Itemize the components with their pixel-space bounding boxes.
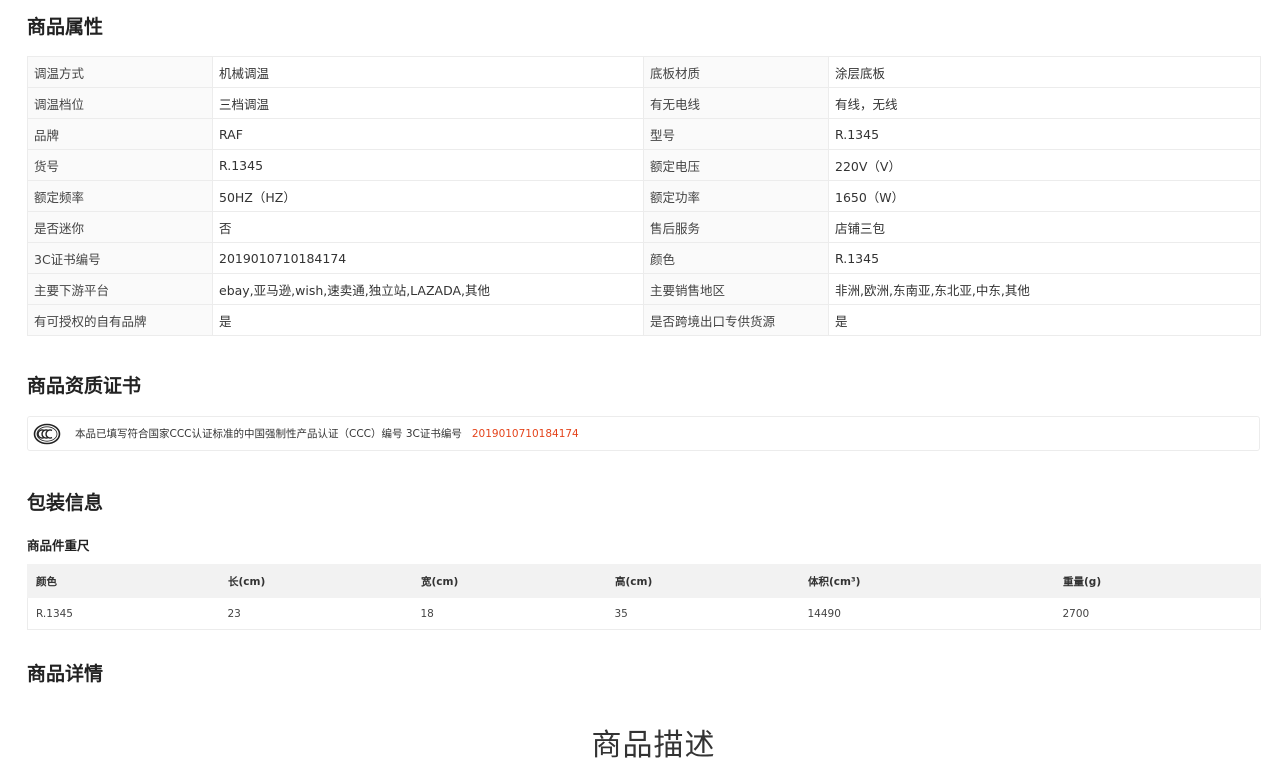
attribute-value: 否	[212, 211, 644, 243]
attribute-value: 50HZ（HZ）	[212, 180, 644, 212]
cell-volume: 14490	[799, 597, 1055, 630]
attribute-value: R.1345	[828, 242, 1261, 274]
details-section-title: 商品详情	[27, 663, 104, 685]
ccc-certification-icon	[33, 423, 61, 445]
attribute-key: 3C证书编号	[27, 242, 213, 274]
certificate-section-title: 商品资质证书	[27, 375, 142, 397]
attribute-key: 主要销售地区	[643, 273, 829, 305]
packaging-table: 颜色 长(cm) 宽(cm) 高(cm) 体积(cm³) 重量(g) R.134…	[27, 564, 1261, 630]
packaging-section-title: 包装信息	[27, 492, 104, 514]
attribute-key: 额定频率	[27, 180, 213, 212]
attribute-value: RAF	[212, 118, 644, 150]
attributes-table: 调温方式 机械调温 底板材质 涂层底板 调温档位 三档调温 有无电线 有线，无线 品牌 RAF 型号…	[27, 56, 1261, 336]
attribute-value: 有线，无线	[828, 87, 1261, 119]
attribute-key: 是否迷你	[27, 211, 213, 243]
attribute-key: 品牌	[27, 118, 213, 150]
attribute-value: 三档调温	[212, 87, 644, 119]
attribute-row: 品牌 RAF 型号 R.1345	[27, 118, 1261, 150]
cell-height: 35	[606, 597, 800, 630]
cell-color: R.1345	[27, 597, 220, 630]
attribute-key: 货号	[27, 149, 213, 181]
attribute-key: 主要下游平台	[27, 273, 213, 305]
header-width: 宽(cm)	[412, 564, 607, 598]
packaging-header-row: 颜色 长(cm) 宽(cm) 高(cm) 体积(cm³) 重量(g)	[27, 564, 1261, 598]
attribute-key: 额定功率	[643, 180, 829, 212]
header-volume: 体积(cm³)	[799, 564, 1055, 598]
attribute-value: 店铺三包	[828, 211, 1261, 243]
attribute-key: 售后服务	[643, 211, 829, 243]
attribute-key: 是否跨境出口专供货源	[643, 304, 829, 336]
certificate-number: 2019010710184174	[471, 427, 579, 440]
attribute-key: 额定电压	[643, 149, 829, 181]
certificate-box: 本品已填写符合国家CCC认证标准的中国强制性产品认证（CCC）编号 3C证书编号…	[27, 416, 1260, 451]
attribute-key: 有可授权的自有品牌	[27, 304, 213, 336]
attribute-value: R.1345	[212, 149, 644, 181]
attribute-row: 额定频率 50HZ（HZ） 额定功率 1650（W）	[27, 180, 1261, 212]
header-color: 颜色	[27, 564, 220, 598]
attribute-key: 调温档位	[27, 87, 213, 119]
attribute-key: 型号	[643, 118, 829, 150]
attribute-row: 3C证书编号 2019010710184174 颜色 R.1345	[27, 242, 1261, 274]
attribute-value: 涂层底板	[828, 56, 1261, 88]
attribute-row: 调温方式 机械调温 底板材质 涂层底板	[27, 56, 1261, 88]
attribute-row: 货号 R.1345 额定电压 220V（V）	[27, 149, 1261, 181]
attribute-row: 调温档位 三档调温 有无电线 有线，无线	[27, 87, 1261, 119]
attribute-value: 是	[212, 304, 644, 336]
attributes-section-title: 商品属性	[27, 16, 104, 38]
packaging-subtitle: 商品件重尺	[27, 538, 90, 553]
header-length: 长(cm)	[219, 564, 413, 598]
cell-length: 23	[219, 597, 413, 630]
attribute-key: 调温方式	[27, 56, 213, 88]
description-heading: 商品描述	[591, 728, 716, 763]
attribute-row: 有可授权的自有品牌是是否跨境出口专供货源是	[27, 304, 1261, 336]
header-height: 高(cm)	[606, 564, 800, 598]
certificate-text: 本品已填写符合国家CCC认证标准的中国强制性产品认证（CCC）编号 3C证书编号	[75, 428, 462, 440]
attribute-value: ebay,亚马逊,wish,速卖通,独立站,LAZADA,其他	[212, 273, 644, 305]
attribute-value: 是	[828, 304, 1261, 336]
attribute-value: 2019010710184174	[212, 242, 644, 274]
attribute-value: 非洲,欧洲,东南亚,东北亚,中东,其他	[828, 273, 1261, 305]
cell-width: 18	[412, 597, 607, 630]
attribute-value: R.1345	[828, 118, 1261, 150]
attribute-key: 底板材质	[643, 56, 829, 88]
header-weight: 重量(g)	[1054, 564, 1261, 598]
cell-weight: 2700	[1054, 597, 1261, 630]
attribute-key: 颜色	[643, 242, 829, 274]
attribute-key: 有无电线	[643, 87, 829, 119]
attribute-row: 主要下游平台 ebay,亚马逊,wish,速卖通,独立站,LAZADA,其他 主要销…	[27, 273, 1261, 305]
attribute-row: 是否迷你否售后服务 店铺三包	[27, 211, 1261, 243]
table-row: R.1345 23 18 35 14490 2700	[27, 597, 1261, 630]
attribute-value: 机械调温	[212, 56, 644, 88]
attribute-value: 1650（W）	[828, 180, 1261, 212]
attribute-value: 220V（V）	[828, 149, 1261, 181]
